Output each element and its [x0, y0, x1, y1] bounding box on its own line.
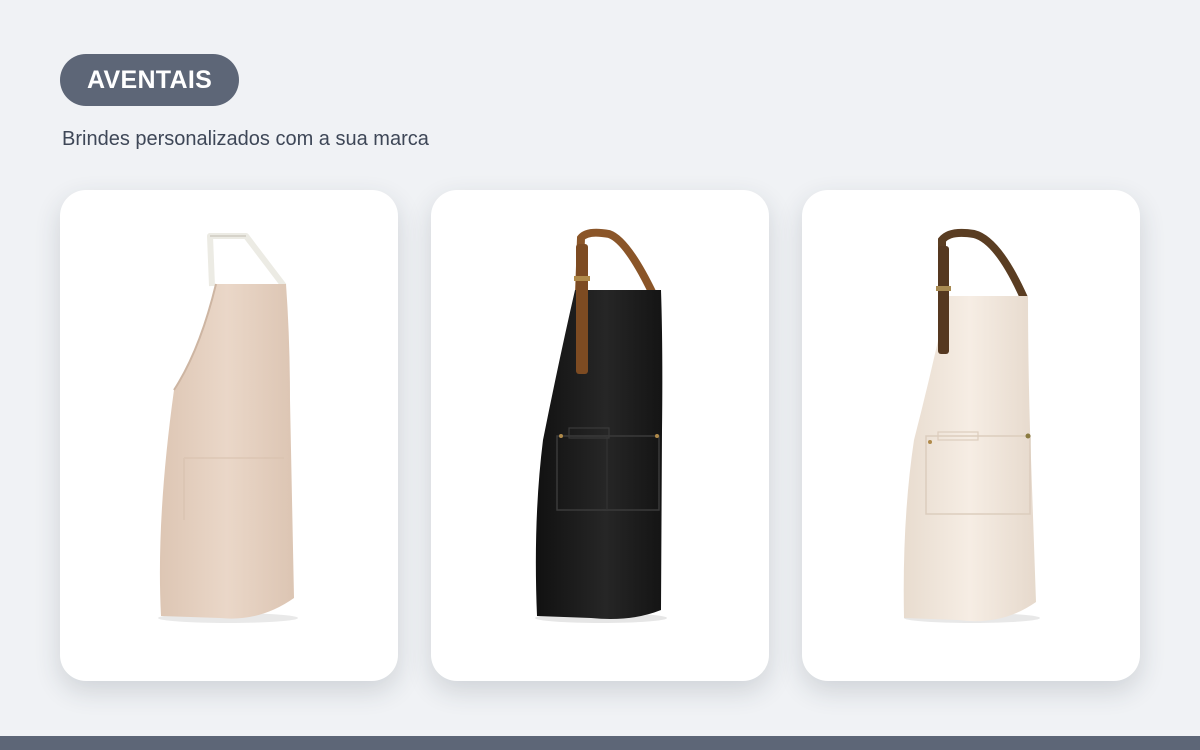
product-card-2[interactable]	[431, 190, 769, 681]
apron-beige-linen-icon	[158, 233, 298, 623]
page-subtitle: Brindes personalizados com a sua marca	[62, 128, 429, 150]
product-card-1[interactable]	[60, 190, 398, 681]
apron-black-leather-strap-icon	[535, 228, 667, 623]
apron-natural-leather-strap-icon	[903, 228, 1040, 623]
product-card-3[interactable]	[802, 190, 1140, 681]
category-badge: AVENTAIS	[60, 54, 240, 106]
footer-bar	[0, 736, 1200, 750]
